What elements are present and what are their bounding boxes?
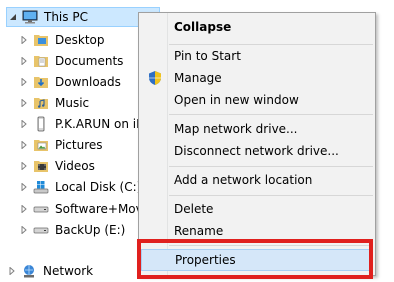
tree-item-desktop[interactable]: Desktop (18, 30, 105, 50)
menu-separator (169, 195, 373, 196)
tree-item-downloads[interactable]: Downloads (18, 72, 121, 92)
collapsed-arrow-icon[interactable] (18, 160, 30, 172)
tree-item-backup-e[interactable]: BackUp (E:) (18, 220, 125, 240)
tree-item-videos[interactable]: Videos (18, 156, 95, 176)
this-pc-icon (22, 10, 38, 24)
menu-item-label: Add a network location (174, 173, 313, 187)
tree-item-label: Videos (55, 159, 95, 173)
music-folder-icon (34, 98, 48, 109)
uac-shield-icon (149, 71, 161, 85)
menu-item-add-network-location[interactable]: Add a network location (141, 169, 373, 191)
windows-drive-icon (33, 181, 49, 194)
tree-item-pictures[interactable]: Pictures (18, 135, 103, 155)
collapsed-arrow-icon[interactable] (18, 181, 30, 193)
drive-icon (33, 206, 49, 213)
collapsed-arrow-icon[interactable] (18, 97, 30, 109)
menu-item-map-network-drive[interactable]: Map network drive... (141, 118, 373, 140)
menu-item-label: Map network drive... (174, 122, 298, 136)
tree-item-label: Music (55, 96, 90, 110)
menu-item-label: Rename (174, 224, 224, 238)
drive-icon (33, 227, 49, 234)
menu-item-delete[interactable]: Delete (141, 198, 373, 220)
phone-icon (37, 116, 45, 132)
tree-item-software-movie-drive[interactable]: Software+Movie (18, 199, 153, 219)
tree-item-label: Desktop (55, 33, 105, 47)
menu-item-pin-to-start[interactable]: Pin to Start (141, 45, 373, 67)
collapsed-arrow-icon[interactable] (6, 265, 18, 277)
collapsed-arrow-icon[interactable] (18, 118, 30, 130)
collapsed-arrow-icon[interactable] (18, 139, 30, 151)
menu-item-manage[interactable]: Manage (141, 67, 373, 89)
menu-item-label: Pin to Start (174, 49, 241, 63)
menu-item-label: Open in new window (174, 93, 299, 107)
tree-item-documents[interactable]: Documents (18, 51, 123, 71)
collapsed-arrow-icon[interactable] (18, 224, 30, 236)
menu-item-open-in-new-window[interactable]: Open in new window (141, 89, 373, 111)
context-menu: Collapse Pin to Start Manage Open in new… (138, 12, 376, 276)
menu-item-collapse[interactable]: Collapse (141, 16, 373, 38)
menu-item-label: Manage (174, 71, 222, 85)
tree-item-label: Local Disk (C:) (55, 180, 142, 194)
collapsed-arrow-icon[interactable] (18, 203, 30, 215)
desktop-folder-icon (34, 35, 48, 46)
menu-separator (169, 166, 373, 167)
menu-item-label: Disconnect network drive... (174, 144, 339, 158)
downloads-folder-icon (34, 77, 48, 88)
tree-item-label: This PC (44, 10, 88, 24)
menu-item-label: Delete (174, 202, 214, 216)
documents-folder-icon (34, 56, 48, 67)
tree-item-label: Documents (55, 54, 124, 68)
menu-separator (169, 114, 373, 115)
expanded-arrow-icon[interactable] (7, 11, 19, 23)
tree-item-label: BackUp (E:) (55, 223, 126, 237)
videos-folder-icon (34, 161, 48, 172)
annotation-highlight-box (137, 239, 373, 279)
pictures-folder-icon (34, 140, 48, 151)
tree-item-label: Network (43, 264, 94, 278)
tree-item-local-disk-c[interactable]: Local Disk (C:) (18, 177, 141, 197)
tree-item-label: P.K.ARUN on iPh (55, 117, 151, 131)
collapsed-arrow-icon[interactable] (18, 76, 30, 88)
tree-item-iphone[interactable]: P.K.ARUN on iPh (18, 114, 151, 134)
menu-item-label: Collapse (174, 20, 232, 34)
tree-item-network[interactable]: Network (6, 261, 93, 281)
tree-item-label: Pictures (55, 138, 103, 152)
collapsed-arrow-icon[interactable] (18, 34, 30, 46)
network-icon (24, 265, 34, 278)
tree-item-this-pc[interactable]: This PC (6, 7, 160, 27)
tree-item-music[interactable]: Music (18, 93, 89, 113)
tree-item-label: Downloads (55, 75, 121, 89)
menu-item-disconnect-network-drive[interactable]: Disconnect network drive... (141, 140, 373, 162)
collapsed-arrow-icon[interactable] (18, 55, 30, 67)
